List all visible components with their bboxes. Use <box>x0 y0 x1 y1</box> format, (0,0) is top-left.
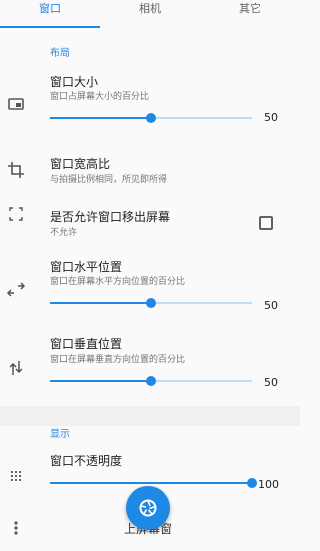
section-title-display: 显示 <box>50 429 70 440</box>
slider-thumb[interactable] <box>146 376 156 386</box>
v-position-subtitle: 窗口在屏幕垂直方向位置的百分比 <box>50 355 186 365</box>
h-position-title: 窗口水平位置 <box>50 260 123 274</box>
tab-other[interactable]: 其它 <box>200 0 300 28</box>
tab-window[interactable]: 窗口 <box>0 0 100 28</box>
more-vert-icon[interactable] <box>8 518 24 538</box>
aspect-ratio-subtitle: 与拍摄比例相同，所见即所得 <box>50 175 168 185</box>
h-position-value: 50 <box>264 299 278 312</box>
slider-thumb[interactable] <box>146 298 156 308</box>
v-position-slider[interactable] <box>50 376 252 386</box>
window-size-title: 窗口大小 <box>50 75 99 89</box>
section-divider <box>0 406 300 426</box>
v-position-title: 窗口垂直位置 <box>50 337 123 351</box>
slider-thumb[interactable] <box>146 113 156 123</box>
allow-offscreen-title: 是否允许窗口移出屏幕 <box>50 210 171 224</box>
h-position-slider[interactable] <box>50 298 252 308</box>
camera-shutter-icon <box>139 499 157 517</box>
crop-icon <box>6 160 26 180</box>
window-size-subtitle: 窗口占屏幕大小的百分比 <box>50 92 150 102</box>
window-size-slider[interactable] <box>50 113 252 123</box>
allow-offscreen-subtitle: 不允许 <box>50 228 78 238</box>
tab-bar: 窗口 相机 其它 <box>0 0 300 28</box>
window-icon <box>6 94 26 114</box>
tab-indicator <box>0 26 100 28</box>
window-size-value: 50 <box>264 111 278 124</box>
aspect-ratio-title[interactable]: 窗口宽高比 <box>50 155 110 172</box>
h-position-subtitle: 窗口在屏幕水平方向位置的百分比 <box>50 277 186 287</box>
opacity-title: 窗口不透明度 <box>50 454 123 468</box>
swap-horizontal-icon <box>6 280 26 300</box>
camera-shutter-button[interactable] <box>126 486 170 530</box>
allow-offscreen-checkbox[interactable] <box>259 216 273 230</box>
slider-thumb[interactable] <box>247 478 257 488</box>
opacity-grid-icon <box>6 466 26 486</box>
swap-vertical-icon <box>6 358 26 378</box>
fullscreen-icon <box>6 204 26 224</box>
v-position-value: 50 <box>264 376 278 389</box>
opacity-value: 100 <box>258 478 279 491</box>
section-title-layout: 布局 <box>50 48 70 59</box>
tab-camera[interactable]: 相机 <box>100 0 200 28</box>
